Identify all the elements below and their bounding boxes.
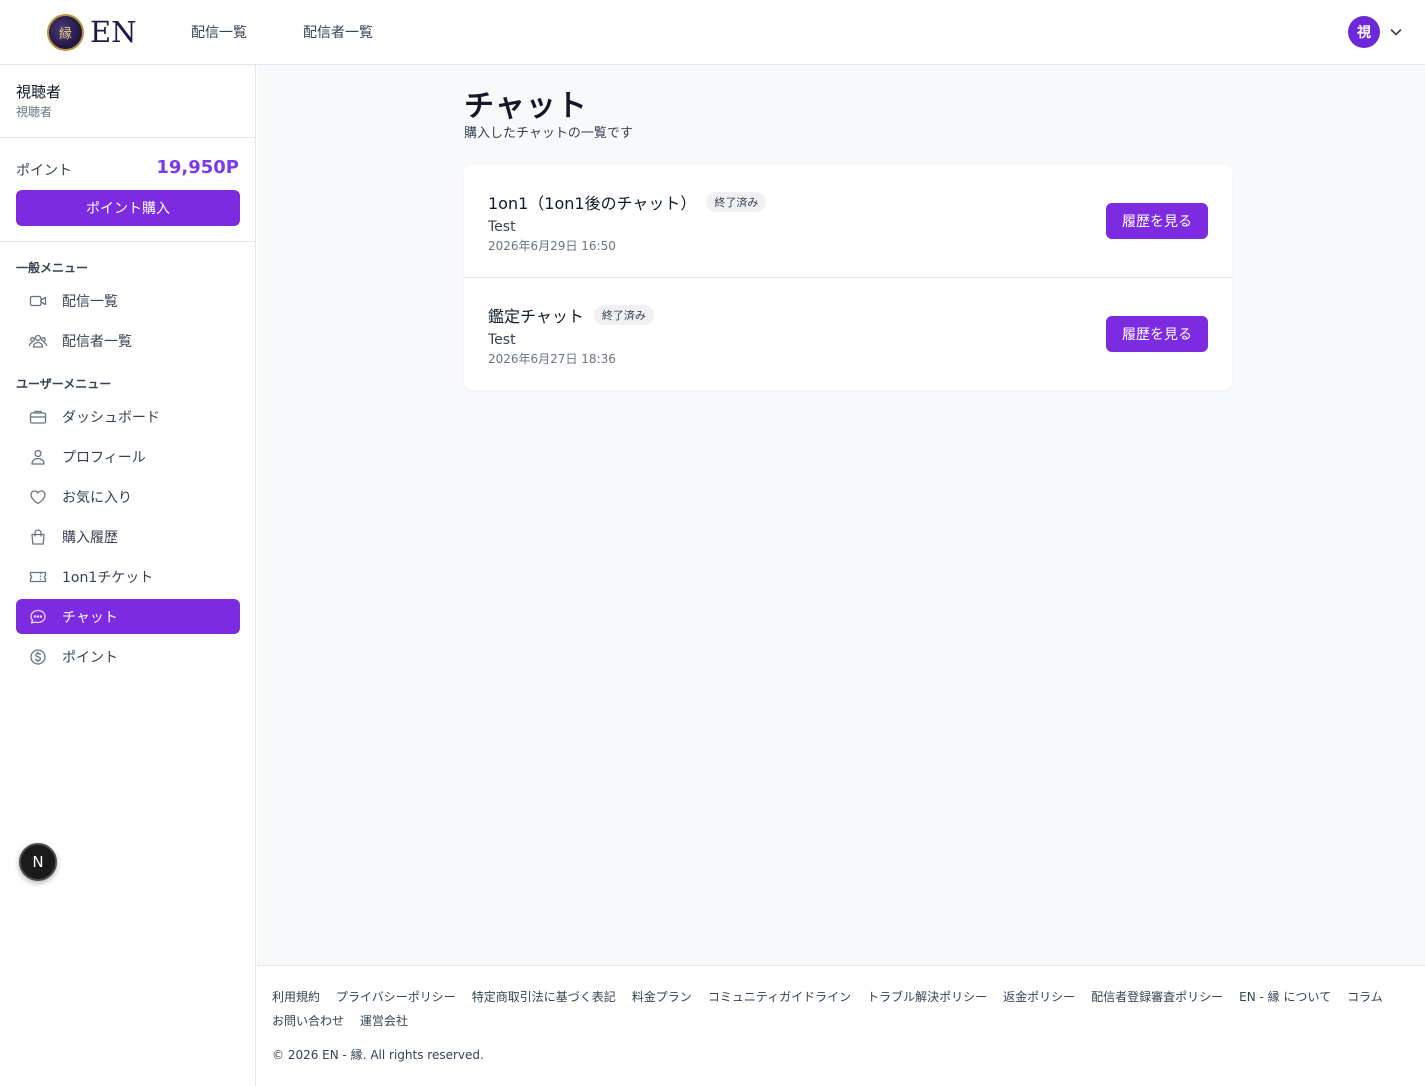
top-nav: 配信一覧 配信者一覧 bbox=[191, 0, 373, 64]
top-nav-streamers[interactable]: 配信者一覧 bbox=[303, 22, 373, 42]
ticket-icon bbox=[29, 571, 47, 582]
general-menu-title: 一般メニュー bbox=[16, 261, 89, 275]
sidebar-item-label: 1on1チケット bbox=[62, 569, 154, 586]
top-header: 縁 EN 配信一覧 配信者一覧 視 bbox=[0, 0, 1425, 65]
chat-list-item: 鑑定チャット 終了済み Test 2026年6月27日 18:36 履歴を見る bbox=[464, 277, 1232, 389]
sidebar-item-label: 配信一覧 bbox=[62, 293, 118, 310]
points-block: ポイント 19,950P ポイント購入 bbox=[0, 138, 255, 242]
chat-date: 2026年6月27日 18:36 bbox=[488, 352, 616, 366]
briefcase-icon bbox=[29, 410, 47, 424]
sidebar-item-favorites[interactable]: お気に入り bbox=[16, 479, 240, 514]
points-value: 19,950P bbox=[156, 157, 239, 178]
sidebar-item-chat[interactable]: チャット bbox=[16, 599, 240, 634]
sidebar-item-profile[interactable]: プロフィール bbox=[16, 439, 240, 474]
dev-tools-badge[interactable]: N bbox=[19, 843, 57, 881]
sidebar-user-role: 視聴者 bbox=[16, 105, 53, 119]
sidebar-item-label: チャット bbox=[62, 609, 118, 626]
footer-link-terms[interactable]: 利用規約 bbox=[272, 988, 320, 1006]
view-history-button[interactable]: 履歴を見る bbox=[1106, 203, 1208, 239]
chat-title-line: 1on1（1on1後のチャット） 終了済み bbox=[488, 190, 767, 214]
sidebar-item-dashboard[interactable]: ダッシュボード bbox=[16, 399, 240, 434]
site-footer: 利用規約 プライバシーポリシー 特定商取引法に基づく表記 料金プラン コミュニテ… bbox=[257, 965, 1425, 1086]
sidebar-item-points[interactable]: ポイント bbox=[16, 639, 240, 674]
sidebar-item-label: お気に入り bbox=[62, 489, 132, 506]
chat-date: 2026年6月29日 16:50 bbox=[488, 239, 616, 253]
sidebar-item-purchase-history[interactable]: 購入履歴 bbox=[16, 519, 240, 554]
sidebar-item-streamers[interactable]: 配信者一覧 bbox=[16, 323, 240, 358]
heart-icon bbox=[30, 489, 46, 504]
footer-link-column[interactable]: コラム bbox=[1347, 988, 1383, 1006]
chat-title-line: 鑑定チャット 終了済み bbox=[488, 303, 654, 327]
sidebar-item-label: 購入履歴 bbox=[62, 529, 118, 546]
users-icon bbox=[28, 334, 48, 348]
site-logo[interactable]: 縁 EN bbox=[47, 13, 137, 51]
chat-counterpart-name: Test bbox=[488, 219, 516, 235]
footer-link-pricing[interactable]: 料金プラン bbox=[632, 988, 692, 1006]
top-nav-streams[interactable]: 配信一覧 bbox=[191, 22, 247, 42]
chevron-down-icon[interactable] bbox=[1388, 24, 1404, 40]
chat-title: 1on1（1on1後のチャット） bbox=[488, 194, 697, 213]
page-subtitle: 購入したチャットの一覧です bbox=[464, 126, 633, 141]
main-content: チャット 購入したチャットの一覧です 1on1（1on1後のチャット） 終了済み… bbox=[257, 65, 1425, 965]
user-icon bbox=[31, 449, 45, 465]
footer-link-about[interactable]: EN - 縁 について bbox=[1239, 988, 1331, 1006]
sidebar-user-block: 視聴者 視聴者 bbox=[0, 65, 255, 138]
chat-bubble-icon bbox=[30, 609, 46, 624]
dollar-circle-icon bbox=[30, 648, 46, 665]
logo-emblem: 縁 bbox=[47, 13, 84, 51]
sidebar-user-name: 視聴者 bbox=[16, 83, 62, 101]
user-avatar[interactable]: 視 bbox=[1348, 16, 1380, 48]
footer-link-streamer-review-policy[interactable]: 配信者登録審査ポリシー bbox=[1091, 988, 1223, 1006]
footer-link-refund-policy[interactable]: 返金ポリシー bbox=[1003, 988, 1075, 1006]
user-menu-title: ユーザーメニュー bbox=[16, 377, 112, 391]
logo-text: EN bbox=[90, 15, 137, 49]
page-title: チャット bbox=[464, 89, 588, 124]
buy-points-button[interactable]: ポイント購入 bbox=[16, 190, 240, 226]
sidebar: 視聴者 視聴者 ポイント 19,950P ポイント購入 一般メニュー 配信一覧 … bbox=[0, 65, 256, 1086]
status-badge: 終了済み bbox=[593, 305, 654, 325]
sidebar-item-label: 配信者一覧 bbox=[62, 333, 132, 350]
footer-link-company[interactable]: 運営会社 bbox=[360, 1012, 408, 1030]
status-badge: 終了済み bbox=[706, 192, 767, 212]
footer-link-privacy[interactable]: プライバシーポリシー bbox=[336, 988, 456, 1006]
footer-link-commercial-law[interactable]: 特定商取引法に基づく表記 bbox=[472, 988, 616, 1006]
chat-counterpart-name: Test bbox=[488, 332, 516, 348]
view-history-button[interactable]: 履歴を見る bbox=[1106, 316, 1208, 352]
footer-links: 利用規約 プライバシーポリシー 特定商取引法に基づく表記 料金プラン コミュニテ… bbox=[272, 988, 1402, 1030]
chat-list: 1on1（1on1後のチャット） 終了済み Test 2026年6月29日 16… bbox=[464, 165, 1232, 390]
footer-link-contact[interactable]: お問い合わせ bbox=[272, 1012, 344, 1030]
chat-list-item: 1on1（1on1後のチャット） 終了済み Test 2026年6月29日 16… bbox=[464, 165, 1232, 277]
footer-link-community-guidelines[interactable]: コミュニティガイドライン bbox=[708, 988, 851, 1006]
points-label: ポイント bbox=[16, 163, 72, 179]
sidebar-item-label: プロフィール bbox=[62, 449, 146, 466]
copyright: © 2026 EN - 縁. All rights reserved. bbox=[272, 1048, 484, 1062]
sidebar-item-streams[interactable]: 配信一覧 bbox=[16, 283, 240, 318]
shopping-bag-icon bbox=[31, 528, 45, 545]
footer-link-dispute-policy[interactable]: トラブル解決ポリシー bbox=[867, 988, 987, 1006]
sidebar-item-label: ダッシュボード bbox=[62, 409, 160, 426]
video-camera-icon bbox=[29, 295, 47, 306]
sidebar-item-label: ポイント bbox=[62, 649, 118, 666]
sidebar-item-tickets[interactable]: 1on1チケット bbox=[16, 559, 240, 594]
chat-title: 鑑定チャット bbox=[488, 307, 584, 326]
